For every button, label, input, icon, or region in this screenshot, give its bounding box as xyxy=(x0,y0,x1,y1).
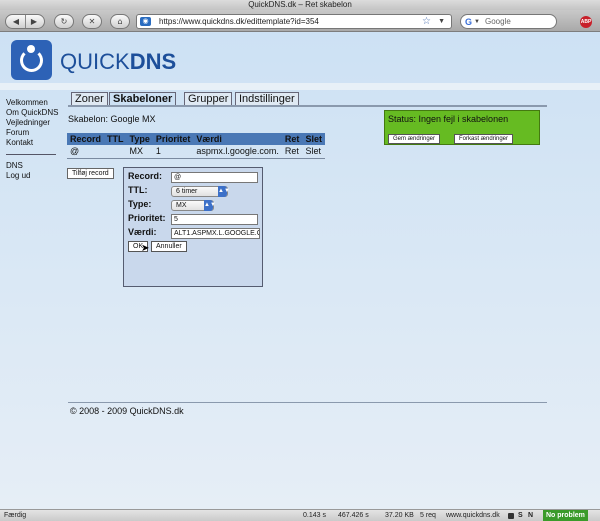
cell-record: @ xyxy=(67,145,105,159)
stop-button[interactable]: ✕ xyxy=(82,14,102,29)
mouse-pointer-icon: ➤ xyxy=(141,243,150,254)
browser-statusbar: Færdig 0.143 s 467.426 s 37.20 KB 5 req … xyxy=(0,509,600,521)
search-input[interactable]: Google xyxy=(485,16,511,28)
column-header-ttl: TTL xyxy=(104,133,127,145)
type-field-label: Type: xyxy=(128,199,152,209)
column-header-ret: Ret xyxy=(281,133,303,145)
edit-record-panel: Record: @ TTL: 6 timer ▲▼ Type: MX ▲▼ Prio… xyxy=(123,167,263,287)
url-text: https://www.quickdns.dk/edittemplate?id=… xyxy=(159,17,319,26)
priority-field-label: Prioritet: xyxy=(128,213,166,223)
cell-ttl xyxy=(104,145,127,159)
yslow-icon[interactable]: S xyxy=(518,510,523,521)
sidebar: Velkommen Om QuickDNS Vejledninger Forum… xyxy=(6,98,66,181)
status-time1: 0.143 s xyxy=(303,512,326,519)
table-header-row: Record TTL Type Prioritet Værdi Ret Slet xyxy=(67,133,325,145)
template-name-label: Skabelon: Google MX xyxy=(68,114,156,124)
home-button[interactable]: ⌂ xyxy=(110,14,130,29)
column-header-record: Record xyxy=(67,133,105,145)
tab-zoner[interactable]: Zoner xyxy=(71,92,108,105)
type-dropdown-icon: ▲▼ xyxy=(204,200,216,211)
add-record-button[interactable]: Tilføj record xyxy=(67,168,114,179)
footer-divider xyxy=(68,402,547,403)
ttl-dropdown-icon: ▲▼ xyxy=(218,186,230,197)
discard-changes-button[interactable]: Forkast ændringer xyxy=(454,134,514,144)
back-icon[interactable]: ◀ xyxy=(7,15,25,28)
edit-record-link[interactable]: Ret xyxy=(281,145,303,159)
records-table: Record TTL Type Prioritet Værdi Ret Slet… xyxy=(67,133,325,159)
status-text: Status: Ingen fejl i skabelonen xyxy=(388,114,509,124)
sidebar-item-kontakt[interactable]: Kontakt xyxy=(6,138,66,148)
cell-prioritet: 1 xyxy=(152,145,194,159)
copyright-text: © 2008 - 2009 QuickDNS.dk xyxy=(70,406,184,416)
logo-text[interactable]: QUICKDNS xyxy=(60,49,176,75)
quickdns-logo-icon[interactable] xyxy=(11,40,52,80)
status-domain: www.quickdns.dk xyxy=(446,512,500,519)
status-size: 37.20 KB xyxy=(385,512,414,519)
cancel-button[interactable]: Annuller xyxy=(151,241,187,252)
delete-record-link[interactable]: Slet xyxy=(302,145,325,159)
cell-vaerdi: aspmx.l.google.com. xyxy=(193,145,282,159)
tab-indstillinger[interactable]: Indstillinger xyxy=(235,92,299,105)
tabs-divider xyxy=(68,105,547,107)
bookmark-star-icon[interactable]: ☆ xyxy=(422,15,431,28)
column-header-prioritet: Prioritet xyxy=(152,133,194,145)
url-dropdown-icon[interactable]: ▼ xyxy=(438,15,445,28)
column-header-vaerdi: Værdi xyxy=(193,133,282,145)
value-field-label: Værdi: xyxy=(128,227,157,237)
page-content: QUICKDNS Velkommen Om QuickDNS Vejlednin… xyxy=(0,32,600,509)
stop-icon: ✕ xyxy=(88,17,96,26)
tab-grupper[interactable]: Grupper xyxy=(184,92,233,105)
type-select[interactable]: MX ▲▼ xyxy=(171,200,216,211)
sidebar-item-om-quickdns[interactable]: Om QuickDNS xyxy=(6,108,66,118)
sidebar-item-dns[interactable]: DNS xyxy=(6,161,66,171)
priority-input[interactable]: 5 xyxy=(171,214,258,225)
browser-toolbar: ◀ ▶ ↻ ✕ ⌂ ◉ https://www.quickdns.dk/editt… xyxy=(0,10,600,32)
home-icon: ⌂ xyxy=(117,17,123,26)
sidebar-item-vejledninger[interactable]: Vejledninger xyxy=(6,118,66,128)
column-header-type: Type xyxy=(126,133,153,145)
sidebar-item-velkommen[interactable]: Velkommen xyxy=(6,98,66,108)
forward-icon[interactable]: ▶ xyxy=(25,15,43,28)
ttl-select[interactable]: 6 timer ▲▼ xyxy=(171,186,230,197)
status-panel: Status: Ingen fejl i skabelonen Gem ændr… xyxy=(384,110,540,145)
sidebar-divider xyxy=(6,154,56,155)
ttl-field-label: TTL: xyxy=(128,185,148,195)
save-changes-button[interactable]: Gem ændringer xyxy=(388,134,441,144)
reload-button[interactable]: ↻ xyxy=(54,14,74,29)
search-engine-dropdown-icon[interactable]: ▼ xyxy=(474,16,480,28)
status-text-left: Færdig xyxy=(4,512,27,519)
window-title: QuickDNS.dk – Ret skabelon xyxy=(0,0,600,10)
noscript-icon[interactable]: N xyxy=(528,510,533,521)
sidebar-item-log-ud[interactable]: Log ud xyxy=(6,171,66,181)
header-divider xyxy=(0,83,600,90)
cell-type: MX xyxy=(126,145,153,159)
search-engine-icon[interactable]: G xyxy=(465,16,472,28)
table-row: @ MX 1 aspmx.l.google.com. Ret Slet xyxy=(67,145,325,159)
site-favicon-icon: ◉ xyxy=(140,17,151,26)
search-bar[interactable]: G ▼ Google xyxy=(460,14,557,29)
status-time2: 467.426 s xyxy=(338,512,369,519)
tab-skabeloner[interactable]: Skabeloner xyxy=(109,92,177,105)
no-problem-badge[interactable]: No problem xyxy=(543,510,588,521)
lock-icon[interactable] xyxy=(508,513,514,519)
sidebar-item-forum[interactable]: Forum xyxy=(6,128,66,138)
back-forward-buttons[interactable]: ◀ ▶ xyxy=(5,14,45,29)
column-header-slet: Slet xyxy=(302,133,325,145)
address-bar[interactable]: ◉ https://www.quickdns.dk/edittemplate?i… xyxy=(136,14,452,29)
record-field-label: Record: xyxy=(128,171,163,181)
value-input[interactable]: ALT1.ASPMX.L.GOOGLE.COM xyxy=(171,228,260,239)
status-requests: 5 req xyxy=(420,512,436,519)
record-input[interactable]: @ xyxy=(171,172,258,183)
adblock-icon[interactable]: ABP xyxy=(580,16,592,28)
reload-icon: ↻ xyxy=(60,17,68,26)
